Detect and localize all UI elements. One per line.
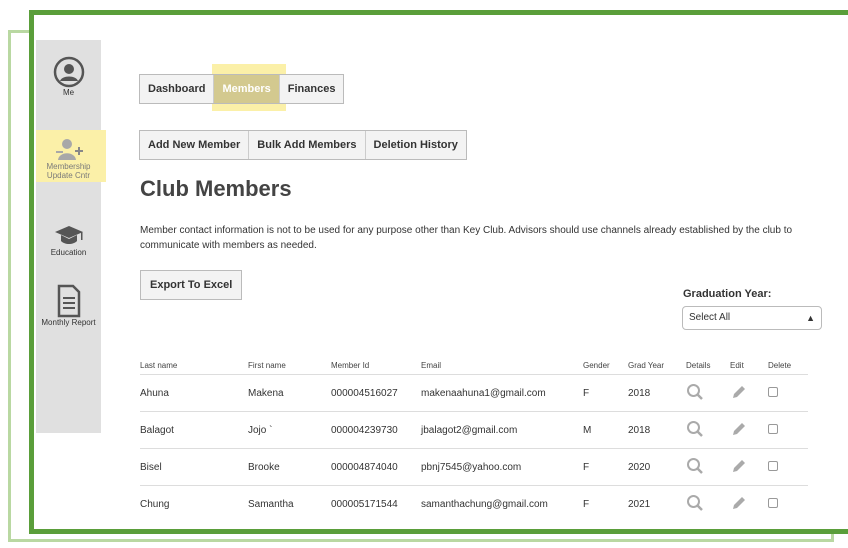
cell-first-name: Makena xyxy=(248,374,331,412)
details-cell xyxy=(686,485,730,522)
cell-last-name: Ahuna xyxy=(140,374,248,412)
table-row: Balagot Jojo ` 000004239730 jbalagot2@gm… xyxy=(140,411,808,449)
graduation-year-value: Select All xyxy=(689,312,731,323)
delete-cell xyxy=(768,374,808,412)
sidebar-item-label: Membership Update Cntr xyxy=(46,162,91,180)
tab-finances[interactable]: Finances xyxy=(280,75,344,103)
sidebar-item-me[interactable]: Me xyxy=(36,56,101,97)
col-details: Details xyxy=(686,360,711,370)
cell-first-name: Samantha xyxy=(248,485,331,522)
table-row: Chung Samantha 000005171544 samanthachun… xyxy=(140,485,808,522)
tab-members[interactable]: Members xyxy=(214,75,280,103)
document-icon xyxy=(57,284,80,318)
details-cell xyxy=(686,374,730,412)
cell-gender: F xyxy=(583,485,628,522)
edit-cell xyxy=(730,448,768,486)
details-cell xyxy=(686,411,730,449)
col-delete: Delete xyxy=(768,360,792,370)
delete-checkbox[interactable] xyxy=(768,497,778,508)
pencil-icon[interactable] xyxy=(730,383,748,401)
sub-tabs: Add New Member Bulk Add Members Deletion… xyxy=(139,130,467,160)
cell-member-id: 000004874040 xyxy=(331,448,421,486)
export-to-excel-button[interactable]: Export To Excel xyxy=(140,270,243,300)
deletion-history-button[interactable]: Deletion History xyxy=(366,131,466,159)
add-user-icon xyxy=(55,139,83,160)
page-title: Club Members xyxy=(140,176,292,201)
cell-member-id: 000004516027 xyxy=(331,374,421,412)
add-new-member-button[interactable]: Add New Member xyxy=(140,131,250,159)
cell-email: pbnj7545@yahoo.com xyxy=(421,448,583,486)
tab-dashboard[interactable]: Dashboard xyxy=(140,75,215,103)
cell-grad-year: 2020 xyxy=(628,448,686,486)
table-row: Ahuna Makena 000004516027 makenaahuna1@g… xyxy=(140,374,808,412)
cell-member-id: 000005171544 xyxy=(331,485,421,522)
details-cell xyxy=(686,448,730,486)
user-circle-icon xyxy=(53,56,84,88)
main-tabs: Dashboard Members Finances xyxy=(139,74,345,104)
member-info-notice: Member contact information is not to be … xyxy=(140,225,793,251)
edit-cell xyxy=(730,411,768,449)
delete-cell xyxy=(768,448,808,486)
graduation-cap-icon xyxy=(54,226,83,244)
cell-first-name: Brooke xyxy=(248,448,331,486)
delete-checkbox[interactable] xyxy=(768,460,778,471)
magnifier-icon[interactable] xyxy=(686,494,704,512)
sidebar-item-label: Monthly Report xyxy=(41,318,96,327)
cell-email: makenaahuna1@gmail.com xyxy=(421,374,583,412)
col-grad-year: Grad Year xyxy=(628,360,665,370)
select-arrows-icon: ▲ xyxy=(806,313,815,323)
delete-checkbox[interactable] xyxy=(768,386,778,397)
cell-last-name: Balagot xyxy=(140,411,248,449)
pencil-icon[interactable] xyxy=(730,494,748,512)
col-gender: Gender xyxy=(583,360,610,370)
edit-cell xyxy=(730,485,768,522)
magnifier-icon[interactable] xyxy=(686,383,704,401)
cell-gender: F xyxy=(583,448,628,486)
sidebar: Me Membership Update Cntr Education Mont… xyxy=(36,40,106,433)
delete-checkbox[interactable] xyxy=(768,423,778,434)
cell-first-name: Jojo ` xyxy=(248,411,331,449)
sidebar-item-membership[interactable]: Membership Update Cntr xyxy=(36,136,101,180)
cell-email: jbalagot2@gmail.com xyxy=(421,411,583,449)
sidebar-item-monthly-report[interactable]: Monthly Report xyxy=(36,284,101,327)
graduation-year-select[interactable]: Select All ▲ xyxy=(682,306,822,330)
bulk-add-members-button[interactable]: Bulk Add Members xyxy=(249,131,366,159)
sidebar-item-education[interactable]: Education xyxy=(36,222,101,257)
magnifier-icon[interactable] xyxy=(686,420,704,438)
magnifier-icon[interactable] xyxy=(686,457,704,475)
pencil-icon[interactable] xyxy=(730,457,748,475)
sidebar-item-label: Education xyxy=(50,248,87,257)
cell-gender: M xyxy=(583,411,628,449)
table-header-row: Last name First name Member Id Email Gen… xyxy=(140,356,808,375)
cell-last-name: Chung xyxy=(140,485,248,522)
cell-last-name: Bisel xyxy=(140,448,248,486)
edit-cell xyxy=(730,374,768,412)
cell-email: samanthachung@gmail.com xyxy=(421,485,583,522)
col-edit: Edit xyxy=(730,360,744,370)
delete-cell xyxy=(768,485,808,522)
pencil-icon[interactable] xyxy=(730,420,748,438)
members-table: Last name First name Member Id Email Gen… xyxy=(140,356,808,522)
graduation-year-label: Graduation Year: xyxy=(683,288,772,300)
col-email: Email xyxy=(421,360,442,370)
col-last-name: Last name xyxy=(140,360,178,370)
cell-grad-year: 2018 xyxy=(628,374,686,412)
delete-cell xyxy=(768,411,808,449)
cell-grad-year: 2018 xyxy=(628,411,686,449)
cell-member-id: 000004239730 xyxy=(331,411,421,449)
sidebar-item-label: Me xyxy=(62,88,75,97)
cell-grad-year: 2021 xyxy=(628,485,686,522)
cell-gender: F xyxy=(583,374,628,412)
table-row: Bisel Brooke 000004874040 pbnj7545@yahoo… xyxy=(140,448,808,486)
col-first-name: First name xyxy=(248,360,286,370)
col-member-id: Member Id xyxy=(331,360,370,370)
